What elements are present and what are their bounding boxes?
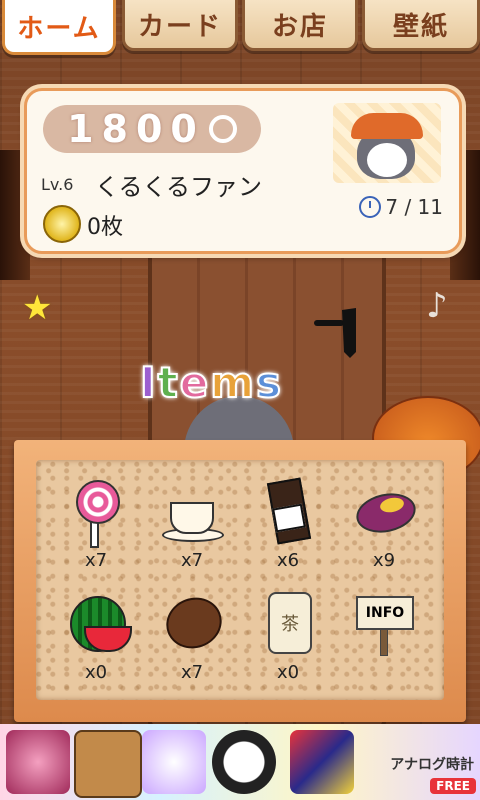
door-handle-icon <box>314 308 356 358</box>
clock-icon <box>359 196 382 218</box>
tea-can-icon: 茶 <box>256 592 320 656</box>
item-count: x7 <box>180 662 204 683</box>
item-count: x7 <box>180 550 204 571</box>
item-count: x0 <box>276 662 300 683</box>
item-chocolate[interactable]: x6 <box>242 468 334 580</box>
free-badge: FREE <box>430 778 476 794</box>
info-sign-button[interactable]: INFO <box>338 580 430 692</box>
item-coffee[interactable]: x7 <box>146 468 238 580</box>
medal-icon <box>43 205 81 243</box>
watermelon-icon <box>64 592 132 656</box>
ad-banner[interactable]: アナログ時計 FREE <box>0 724 480 800</box>
penguin-face <box>367 143 407 177</box>
item-count: x6 <box>276 550 300 571</box>
item-watermelon[interactable]: x0 <box>50 580 142 692</box>
panda-clock-thumb-icon <box>212 730 276 794</box>
item-coffee-bean[interactable]: x7 <box>146 580 238 692</box>
info-sign-icon: INFO <box>352 592 416 656</box>
wood-clock-thumb-icon <box>74 730 142 798</box>
tab-bar: ホーム カード お店 壁紙 <box>0 0 480 58</box>
clock-thumb-icon <box>6 730 70 794</box>
item-tea-can[interactable]: 茶 x0 <box>242 580 334 692</box>
progress-row: 7 / 11 <box>359 195 443 219</box>
star-icon[interactable]: ★ <box>22 288 52 328</box>
sweet-potato-icon <box>352 480 420 544</box>
coffee-cup-icon <box>160 480 224 544</box>
tab-shop[interactable]: お店 <box>242 0 358 51</box>
music-note-icon[interactable]: ♪ <box>426 286 448 326</box>
chocolate-icon <box>256 477 320 545</box>
panda-thumb-icon <box>142 730 206 794</box>
tab-wallpaper[interactable]: 壁紙 <box>362 0 480 51</box>
avatar[interactable] <box>333 103 441 183</box>
tab-home[interactable]: ホーム <box>2 0 116 55</box>
pop-clock-thumb-icon <box>290 730 354 794</box>
cap-icon <box>351 113 423 139</box>
level-label: Lv.6 <box>41 175 74 194</box>
coffee-bean-icon <box>159 589 229 657</box>
item-count: x0 <box>84 662 108 683</box>
progress-value: 7 / 11 <box>385 195 443 219</box>
status-panel: 1800 Lv.6 くるくるファン 0枚 7 / 11 <box>24 88 462 254</box>
player-title: くるくるファン <box>95 173 263 201</box>
points-value: 1800 <box>67 107 205 151</box>
cork-board: x7 x7 x6 x9 x0 x7 茶 x0 INFO <box>36 460 444 700</box>
medal-count: 0枚 <box>87 215 123 240</box>
tab-cards[interactable]: カード <box>122 0 238 51</box>
item-count: x9 <box>372 550 396 571</box>
analog-clock-label: アナログ時計 <box>390 757 474 773</box>
points-pill: 1800 <box>43 105 261 153</box>
items-title: Items <box>139 357 283 408</box>
item-lollipop[interactable]: x7 <box>50 468 142 580</box>
item-sweet-potato[interactable]: x9 <box>338 468 430 580</box>
item-count: x7 <box>84 550 108 571</box>
items-board: x7 x7 x6 x9 x0 x7 茶 x0 INFO <box>14 440 466 722</box>
coin-icon <box>208 115 237 143</box>
lollipop-icon <box>64 480 128 548</box>
